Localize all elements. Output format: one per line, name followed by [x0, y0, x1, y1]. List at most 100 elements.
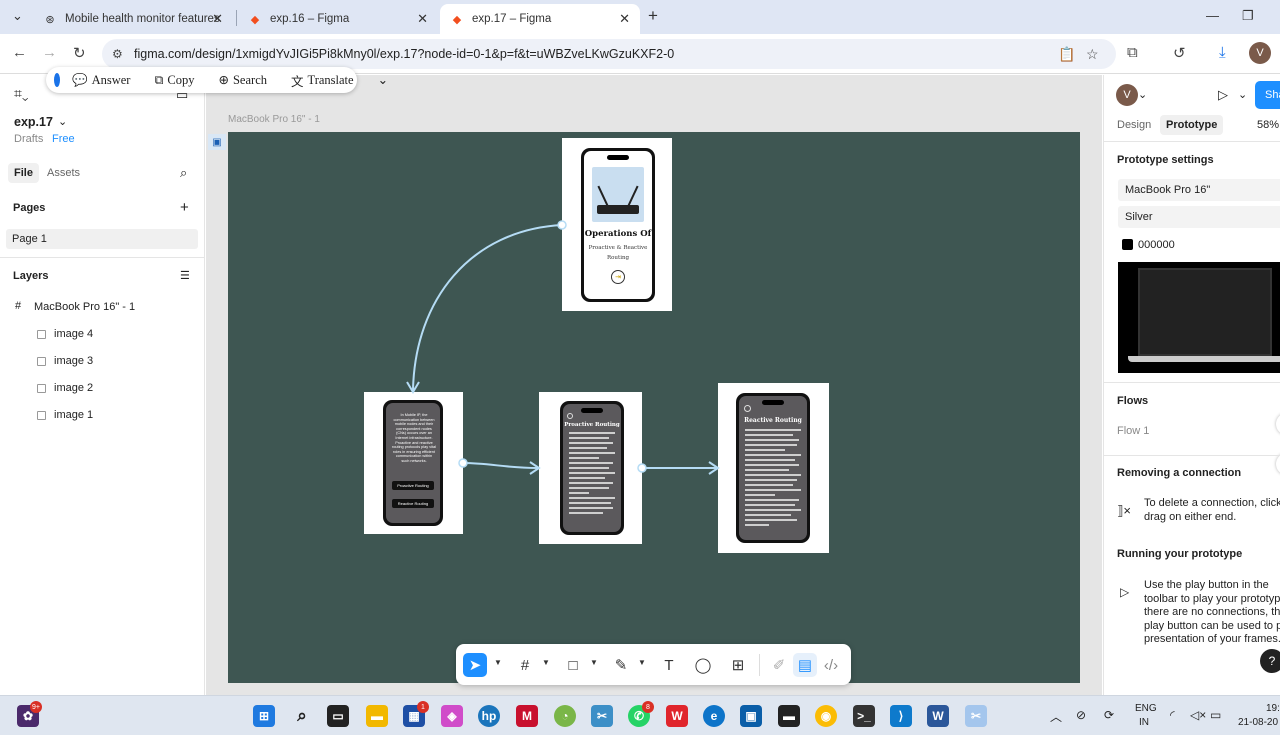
dev-mode-icon[interactable]: ‹/› — [819, 653, 843, 677]
snip-tool-icon[interactable]: ✂ — [965, 705, 987, 727]
zoom-level[interactable]: 58% — [1257, 119, 1279, 131]
remove-connection-icon: ⟧× — [1117, 503, 1132, 518]
clock-time[interactable]: 19: — [1266, 703, 1280, 714]
divider — [1104, 382, 1280, 383]
vscode-icon[interactable]: ⟩ — [890, 705, 912, 727]
tray-chevron-icon[interactable]: ︿ — [1050, 708, 1062, 725]
chevron-down-icon[interactable]: ⌄ — [1138, 88, 1147, 101]
search-button[interactable]: ⊕ Search — [219, 72, 280, 88]
answer-label: Answer — [91, 72, 131, 87]
connection-handle[interactable] — [458, 458, 468, 468]
flow-start-button[interactable] — [1276, 413, 1280, 435]
search-icon[interactable]: ⌕ — [291, 705, 313, 727]
hp-icon[interactable]: hp — [478, 705, 500, 727]
clock-date[interactable]: 21-08-20 — [1238, 717, 1278, 728]
divider — [1104, 141, 1280, 142]
present-play-icon[interactable]: ▷ — [1218, 87, 1228, 103]
copy-button[interactable]: ⧉ Copy — [154, 73, 206, 88]
translate-label: Translate — [307, 72, 354, 87]
divider — [1104, 455, 1280, 456]
connection-handle[interactable] — [557, 220, 567, 230]
rectangle-tool-icon[interactable]: □ — [561, 653, 585, 677]
device-select[interactable]: MacBook Pro 16" — [1118, 179, 1280, 201]
wps-icon[interactable]: W — [666, 705, 688, 727]
tray-app-icon[interactable]: ⊘ — [1076, 708, 1086, 722]
help-icon[interactable]: ? — [1260, 649, 1280, 673]
running-text: toolbar to play your prototype. — [1144, 593, 1280, 605]
chevron-down-icon[interactable]: ▼ — [638, 658, 646, 667]
wifi-icon[interactable]: ◜ — [1170, 708, 1175, 722]
prototype-settings-heading: Prototype settings — [1117, 154, 1214, 166]
running-text: Use the play button in the — [1144, 579, 1269, 591]
design-mode-icon[interactable]: ▤ — [793, 653, 817, 677]
edge-dev-icon[interactable]: ◔ — [554, 705, 576, 727]
play-icon: ▷ — [1120, 585, 1130, 599]
prototype-connections — [406, 220, 720, 475]
user-avatar[interactable]: V — [1116, 84, 1138, 106]
tab-prototype[interactable]: Prototype — [1160, 115, 1224, 135]
chevron-down-icon[interactable]: ▼ — [542, 658, 550, 667]
store-icon[interactable]: ▣ — [740, 705, 762, 727]
tab-design[interactable]: Design — [1117, 119, 1151, 131]
chrome-icon[interactable]: ◉ — [815, 705, 837, 727]
flow-item[interactable]: Flow 1 — [1117, 425, 1149, 437]
ai-selection-toolbar: 💬 Answer ⧉ Copy ⊕ Search 文 Translate ⌄ — [46, 67, 388, 93]
model-value: Silver — [1125, 211, 1153, 223]
running-text: there are no connections, the — [1144, 606, 1280, 618]
running-heading: Running your prototype — [1117, 548, 1243, 560]
translate-button[interactable]: 文 Translate — [291, 71, 366, 90]
text-tool-icon[interactable]: T — [657, 653, 681, 677]
connection-line[interactable] — [412, 224, 563, 391]
terminal-icon[interactable]: >_ — [853, 705, 875, 727]
volume-icon[interactable]: ◁× — [1190, 708, 1206, 722]
battery-icon[interactable]: ▭ — [1210, 708, 1221, 722]
draw-mode-icon[interactable]: ✐ — [767, 653, 791, 677]
device-preview — [1118, 262, 1280, 373]
chevron-down-icon[interactable]: ⌄ — [378, 72, 388, 88]
device-value: MacBook Pro 16" — [1125, 184, 1211, 196]
notification-badge: 9+ — [30, 701, 42, 713]
chevron-down-icon[interactable]: ▼ — [494, 658, 502, 667]
chat-icon: 💬 — [72, 72, 88, 87]
flow-start-button[interactable] — [1276, 453, 1280, 475]
removing-text: drag on either end. — [1144, 511, 1237, 523]
globe-icon: ⊕ — [218, 73, 229, 87]
edge-icon[interactable]: e — [703, 705, 725, 727]
pen-tool-icon[interactable]: ✎ — [609, 653, 633, 677]
start-icon[interactable]: ⊞ — [253, 705, 275, 727]
frame-tool-icon[interactable]: # — [513, 653, 537, 677]
ai-logo-icon — [54, 73, 60, 87]
snipping-icon[interactable]: ✂ — [591, 705, 613, 727]
answer-button[interactable]: 💬 Answer — [72, 73, 142, 88]
mcafee-icon[interactable]: M — [516, 705, 538, 727]
actions-tool-icon[interactable]: ⊞ — [726, 653, 750, 677]
taskbar: ✿ 9+ ⊞ ⌕ ▭ ▬ ▦ 1 ◈ hp M ◔ ✂ ✆ 8 W e ▣ ▬ … — [0, 695, 1280, 735]
move-tool-icon[interactable]: ➤ — [463, 653, 487, 677]
sync-icon[interactable]: ⟳ — [1104, 708, 1114, 722]
connection-handle[interactable] — [637, 463, 647, 473]
canvas-toolbar: ➤ ▼ # ▼ □ ▼ ✎ ▼ T ◯ ⊞ ✐ ▤ ‹/› — [456, 644, 851, 685]
chevron-down-icon[interactable]: ▼ — [590, 658, 598, 667]
file-explorer-icon[interactable]: ▬ — [366, 705, 388, 727]
background-color-value[interactable]: 000000 — [1138, 239, 1175, 251]
region-indicator: IN — [1139, 717, 1149, 728]
task-view-icon[interactable]: ▭ — [327, 705, 349, 727]
copilot-icon[interactable]: ◈ — [441, 705, 463, 727]
background-color-swatch[interactable] — [1122, 239, 1133, 250]
comment-tool-icon[interactable]: ◯ — [691, 653, 715, 677]
language-indicator[interactable]: ENG — [1135, 703, 1157, 714]
notification-badge: 1 — [417, 701, 429, 713]
word-icon[interactable]: W — [927, 705, 949, 727]
chevron-down-icon[interactable]: ⌄ — [1238, 88, 1247, 101]
copy-icon: ⧉ — [154, 72, 164, 87]
removing-text: To delete a connection, click a — [1144, 497, 1280, 509]
flows-heading: Flows — [1117, 395, 1149, 407]
share-button[interactable]: Sha — [1255, 81, 1280, 109]
model-select[interactable]: Silver — [1118, 206, 1280, 228]
laptop-base — [1128, 356, 1280, 362]
search-label: Search — [232, 72, 267, 87]
connection-line[interactable] — [462, 462, 539, 469]
terminal-app-icon[interactable]: ▬ — [778, 705, 800, 727]
notification-badge: 8 — [642, 701, 654, 713]
running-text: presentation of your frames. — [1144, 633, 1280, 645]
